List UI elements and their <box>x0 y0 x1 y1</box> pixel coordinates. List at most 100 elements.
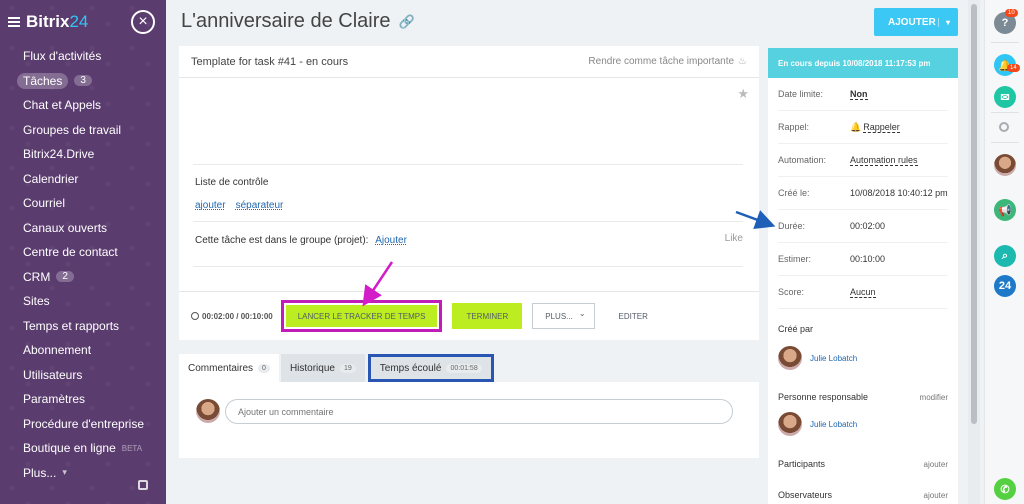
sidebar-item-online-store[interactable]: Boutique en ligne BETA <box>0 436 166 461</box>
sidebar-item-crm[interactable]: CRM 2 <box>0 265 166 290</box>
sidebar-item-users[interactable]: Utilisateurs <box>0 363 166 388</box>
info-key: Durée: <box>778 221 806 231</box>
observers-title: Observateurs <box>778 490 833 500</box>
sidebar-item-time-reports[interactable]: Temps et rapports <box>0 314 166 339</box>
info-key: Créé le: <box>778 188 810 198</box>
sidebar-item-sites[interactable]: Sites <box>0 289 166 314</box>
sidebar-item-label: Abonnement <box>23 343 92 358</box>
person-name[interactable]: Julie Lobatch <box>810 420 857 429</box>
reminder-link[interactable]: Rappeler <box>863 122 900 133</box>
sidebar-item-label: Groupes de travail <box>23 122 122 137</box>
sidebar-item-drive[interactable]: Bitrix24.Drive <box>0 142 166 167</box>
sidebar-item-activity[interactable]: Flux d'activités <box>0 44 166 69</box>
checklist-add-link[interactable]: ajouter <box>195 200 226 211</box>
add-button[interactable]: AJOUTER ▾ <box>874 8 958 36</box>
sidebar-item-label: Chat et Appels <box>23 98 102 113</box>
star-icon[interactable]: ★ <box>737 86 749 102</box>
chat-icon[interactable]: ✉ <box>994 86 1016 108</box>
more-button[interactable]: PLUS... ⌄ <box>532 303 595 329</box>
info-key: Score: <box>778 287 805 297</box>
divider <box>193 221 743 222</box>
page-title: L'anniversaire de Claire 🔗 <box>181 10 415 33</box>
start-tracker-button[interactable]: LANCER LE TRACKER DE TEMPS <box>285 305 438 327</box>
participants-add-link[interactable]: ajouter <box>924 460 948 469</box>
sidebar-item-settings[interactable]: Paramètres <box>0 387 166 412</box>
observers-add-link[interactable]: ajouter <box>924 491 948 500</box>
responsible-modify-link[interactable]: modifier <box>920 393 948 402</box>
divider <box>193 266 743 267</box>
comment-input[interactable] <box>225 399 733 424</box>
page-title-text: L'anniversaire de Claire <box>181 10 391 32</box>
link-icon[interactable]: 🔗 <box>398 14 414 30</box>
b24-label: 24 <box>998 280 1012 292</box>
sidebar-item-calendar[interactable]: Calendrier <box>0 167 166 192</box>
deadline-value[interactable]: Non <box>850 89 868 100</box>
mark-important-link[interactable]: Rendre comme tâche importante ♨ <box>588 56 747 67</box>
b24-icon[interactable]: 24 <box>994 275 1016 297</box>
responsible-title: Personne responsable <box>778 392 869 402</box>
more-button-label: PLUS... <box>545 311 573 321</box>
sidebar-item-label: Boutique en ligne <box>23 441 116 456</box>
person-name[interactable]: Julie Lobatch <box>810 354 857 363</box>
info-row-automation: Automation: Automation rules <box>778 144 948 177</box>
project-group-line: Cette tâche est dans le groupe (projet):… <box>195 235 407 246</box>
sidebar-menu: Flux d'activités Tâches 3 Chat et Appels … <box>0 44 166 485</box>
sidebar-item-label: Tâches <box>17 72 69 89</box>
tab-history[interactable]: Historique 19 <box>280 354 365 382</box>
duration-value: 00:02:00 <box>850 221 886 231</box>
status-bar: En cours depuis 10/08/2018 11:17:53 pm <box>768 48 958 78</box>
sidebar-item-workflows[interactable]: Procédure d'entreprise <box>0 412 166 437</box>
project-add-link[interactable]: Ajouter <box>375 235 407 246</box>
sidebar-item-contact-center[interactable]: Centre de contact <box>0 240 166 265</box>
info-key: Date limite: <box>778 89 824 99</box>
close-icon[interactable]: × <box>131 10 155 34</box>
checklist-actions: ajouter séparateur <box>195 200 283 211</box>
info-row-created: Créé le: 10/08/2018 10:40:12 pm <box>778 177 948 210</box>
edit-button[interactable]: EDITER <box>605 312 662 321</box>
tab-elapsed-time[interactable]: Temps écoulé 00:01:58 <box>370 357 491 379</box>
finish-button[interactable]: TERMINER <box>452 303 523 329</box>
info-key: Automation: <box>778 155 827 165</box>
phone-icon[interactable]: ✆ <box>994 478 1016 500</box>
sidebar-item-label: Canaux ouverts <box>23 220 108 235</box>
tab-label: Commentaires <box>188 362 254 374</box>
megaphone-icon[interactable]: 📢 <box>994 199 1016 221</box>
chevron-down-icon[interactable]: ▾ <box>937 17 950 27</box>
tab-comments[interactable]: Commentaires 0 <box>179 354 279 382</box>
info-row-deadline: Date limite: Non <box>778 78 948 111</box>
sidebar-item-label: Utilisateurs <box>23 367 83 382</box>
right-rail: ? 10 🔔 14 ✉ 📢 ⌕ 24 ✆ <box>984 0 1024 504</box>
avatar[interactable] <box>994 154 1016 176</box>
scrollbar-thumb[interactable] <box>971 4 977 424</box>
flame-icon: ♨ <box>738 56 747 67</box>
participants-title: Participants <box>778 459 826 469</box>
sidebar-item-count: 3 <box>74 75 92 87</box>
sidebar-item-open-channels[interactable]: Canaux ouverts <box>0 216 166 241</box>
bitrix-logo[interactable]: Bitrix 24 <box>8 12 88 32</box>
sidebar-item-subscription[interactable]: Abonnement <box>0 338 166 363</box>
search-icon[interactable] <box>999 122 1009 132</box>
checklist-separator-link[interactable]: séparateur <box>236 200 284 211</box>
sidebar-item-label: Calendrier <box>23 171 79 186</box>
printer-icon[interactable] <box>138 480 148 490</box>
mark-important-label: Rendre comme tâche importante <box>588 56 735 67</box>
menu-icon[interactable] <box>8 17 20 27</box>
page-scrollbar[interactable] <box>968 0 980 504</box>
task-card: Template for task #41 - en cours Rendre … <box>179 46 759 340</box>
automation-link[interactable]: Automation rules <box>850 155 918 166</box>
sidebar-item-chat[interactable]: Chat et Appels <box>0 93 166 118</box>
add-button-label: AJOUTER <box>888 16 936 28</box>
created-by-title: Créé par <box>778 324 814 334</box>
search-doc-icon[interactable]: ⌕ <box>994 245 1016 267</box>
responsible-person[interactable]: Julie Lobatch <box>778 412 857 436</box>
sidebar-item-mail[interactable]: Courriel <box>0 191 166 216</box>
sidebar-item-tasks[interactable]: Tâches 3 <box>0 69 166 94</box>
divider <box>193 164 743 165</box>
sidebar-item-label: Procédure d'entreprise <box>23 416 145 431</box>
created-by-person[interactable]: Julie Lobatch <box>778 346 857 370</box>
score-value[interactable]: Aucun <box>850 287 876 298</box>
sidebar-item-workgroups[interactable]: Groupes de travail <box>0 118 166 143</box>
like-link[interactable]: Like <box>725 233 743 244</box>
comment-panel <box>179 382 759 458</box>
tab-count: 19 <box>339 363 356 373</box>
